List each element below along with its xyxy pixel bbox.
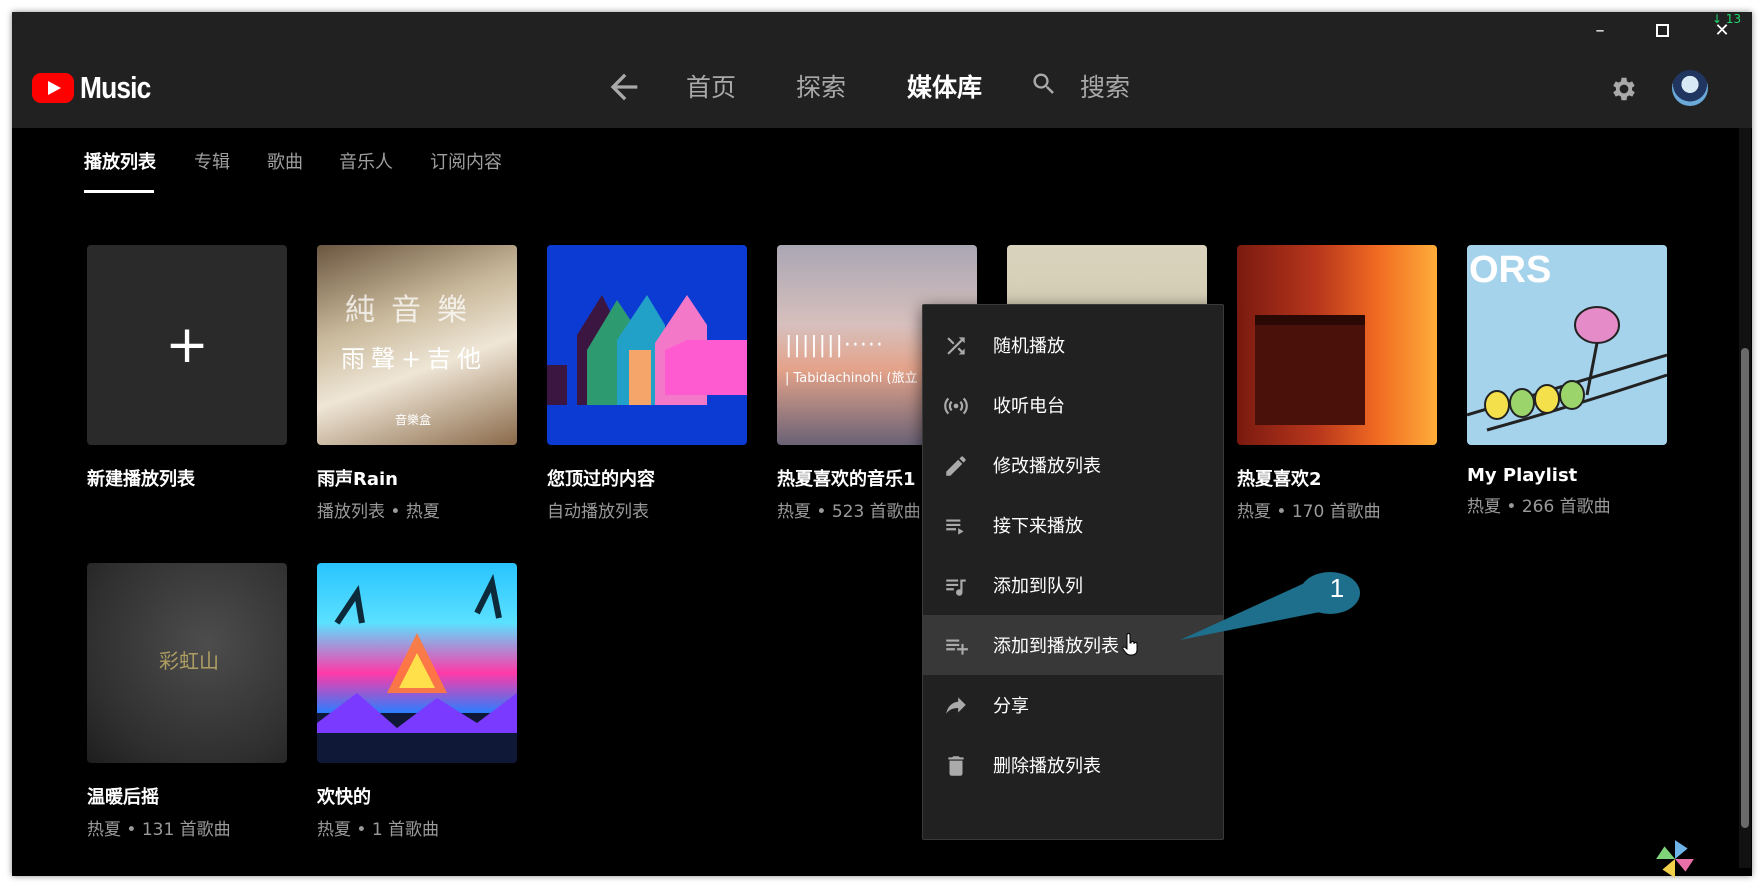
playlist-card[interactable]: 热夏喜欢2 热夏 • 170 首歌曲 — [1237, 245, 1437, 522]
playlist-subtitle: 热夏 • 170 首歌曲 — [1237, 502, 1381, 522]
playlist-thumbnail[interactable]: 純音樂 雨聲+吉他 音樂盒 — [317, 245, 517, 445]
avatar[interactable] — [1672, 70, 1708, 106]
playlist-thumbnail[interactable] — [1237, 245, 1437, 445]
share-icon — [946, 697, 966, 714]
nav-search[interactable]: 搜索 — [1080, 68, 1130, 104]
scrollbar[interactable] — [1739, 128, 1751, 868]
playlist-title[interactable]: 欢快的 — [317, 783, 517, 809]
menu-label: 分享 — [993, 696, 1029, 717]
youtube-music-logo[interactable]: Music — [32, 70, 163, 106]
tab-artists[interactable]: 音乐人 — [339, 148, 393, 174]
playlist-title[interactable]: 温暖后摇 — [87, 783, 287, 809]
menu-item-share[interactable]: 分享 — [923, 675, 1223, 735]
tab-playlists[interactable]: 播放列表 — [84, 148, 156, 174]
psychedelic-art — [317, 573, 517, 763]
art-text: ORS — [1469, 249, 1552, 291]
menu-label: 删除播放列表 — [993, 756, 1101, 777]
radio-icon — [944, 397, 968, 415]
playlist-card[interactable]: 彩虹山 温暖后摇 热夏 • 131 首歌曲 — [87, 563, 287, 840]
menu-item-play-next[interactable]: 接下来播放 — [923, 495, 1223, 555]
playlist-card[interactable]: 純音樂 雨聲+吉他 音樂盒 雨声Rain 播放列表 • 热夏 — [317, 245, 517, 522]
download-badge: ↓ 13 — [1712, 12, 1742, 26]
hand-cursor-icon — [1122, 633, 1138, 656]
menu-label: 添加到播放列表 — [993, 636, 1119, 657]
playlist-title[interactable]: 热夏喜欢2 — [1237, 465, 1437, 491]
top-nav: Music 首页 探索 媒体库 搜索 — [12, 48, 1752, 128]
art-text: 雨聲+吉他 — [341, 345, 488, 373]
art-text: |||||||····· — [785, 333, 884, 358]
playlist-card[interactable]: + 新建播放列表 — [87, 245, 287, 491]
menu-label: 接下来播放 — [993, 516, 1083, 537]
liked-playlist-thumbnail[interactable] — [547, 245, 747, 445]
playlist-card[interactable]: 您顶过的内容 自动播放列表 — [547, 245, 747, 522]
minimize-button[interactable]: – — [1570, 12, 1630, 48]
menu-item-shuffle[interactable]: 随机播放 — [923, 315, 1223, 375]
menu-label: 修改播放列表 — [993, 456, 1101, 477]
playlist-card[interactable]: 欢快的 热夏 • 1 首歌曲 — [317, 563, 517, 840]
app-window: – ✕ ↓ 13 Music 首页 探索 媒体库 搜索 播放列表 专辑 歌曲 音… — [12, 12, 1752, 876]
context-menu: 随机播放 收听电台 修改播放列表 接下来播放 添加到队列 添加到播放列表 分享 — [922, 304, 1224, 840]
playlist-title[interactable]: 您顶过的内容 — [547, 465, 747, 491]
playlist-subtitle: 热夏 • 1 首歌曲 — [317, 820, 440, 840]
pinwheel-logo-icon — [1656, 840, 1694, 878]
art-text: 彩虹山 — [159, 649, 219, 673]
art-text: 純音樂 — [345, 293, 483, 328]
playlist-title[interactable]: 新建播放列表 — [87, 465, 287, 491]
menu-label: 收听电台 — [993, 396, 1065, 417]
menu-item-edit-playlist[interactable]: 修改播放列表 — [923, 435, 1223, 495]
active-tab-underline — [84, 190, 154, 193]
menu-item-delete-playlist[interactable]: 删除播放列表 — [923, 735, 1223, 795]
playlist-subtitle: 热夏 • 266 首歌曲 — [1467, 497, 1611, 517]
playlist-thumbnail[interactable]: ORS — [1467, 245, 1667, 445]
arrow-left-icon[interactable] — [604, 67, 644, 107]
art-text: | Tabidachinohi (旅立 — [785, 371, 918, 386]
menu-item-add-to-playlist[interactable]: 添加到播放列表 — [923, 615, 1223, 675]
tab-subscriptions[interactable]: 订阅内容 — [430, 148, 502, 174]
shuffle-icon — [947, 337, 965, 355]
playlist-thumbnail[interactable]: 彩虹山 — [87, 563, 287, 763]
gear-icon[interactable] — [1609, 74, 1639, 104]
pencil-icon — [946, 456, 966, 476]
art-text: 音樂盒 — [395, 413, 432, 427]
menu-label: 添加到队列 — [993, 576, 1083, 597]
trash-icon — [948, 756, 964, 776]
menu-item-add-to-queue[interactable]: 添加到队列 — [923, 555, 1223, 615]
playlist-subtitle: 播放列表 • 热夏 — [317, 502, 440, 522]
nav-home[interactable]: 首页 — [686, 68, 736, 104]
callout-number: 1 — [1329, 573, 1345, 603]
youtube-play-icon — [32, 73, 74, 103]
playlist-card[interactable]: ORS My Playlist 热夏 • 266 首歌曲 — [1467, 245, 1667, 517]
scrollbar-thumb[interactable] — [1741, 348, 1749, 828]
maximize-icon — [1655, 23, 1669, 37]
playlist-thumbnail[interactable] — [317, 563, 517, 763]
new-playlist-thumb[interactable]: + — [87, 245, 287, 445]
title-bar: – ✕ ↓ 13 — [12, 12, 1752, 48]
add-to-queue-icon — [946, 579, 966, 596]
menu-label: 随机播放 — [993, 336, 1065, 357]
playlist-add-icon — [946, 639, 968, 655]
playlist-subtitle: 自动播放列表 — [547, 502, 649, 522]
nav-explore[interactable]: 探索 — [796, 68, 846, 104]
menu-item-radio[interactable]: 收听电台 — [923, 375, 1223, 435]
piano-art — [1255, 315, 1365, 425]
playlist-title[interactable]: 雨声Rain — [317, 465, 517, 491]
plus-icon: + — [165, 315, 209, 375]
playlist-title[interactable]: My Playlist — [1467, 465, 1667, 486]
tab-songs[interactable]: 歌曲 — [267, 148, 303, 174]
nav-library[interactable]: 媒体库 — [907, 68, 982, 104]
play-next-icon — [946, 519, 964, 535]
tab-albums[interactable]: 专辑 — [194, 148, 230, 174]
playlist-subtitle: 热夏 • 131 首歌曲 — [87, 820, 231, 840]
search-icon[interactable] — [1030, 70, 1058, 98]
maximize-button[interactable] — [1632, 12, 1692, 48]
thumbs-up-art — [547, 295, 747, 405]
logo-text: Music — [80, 70, 151, 105]
